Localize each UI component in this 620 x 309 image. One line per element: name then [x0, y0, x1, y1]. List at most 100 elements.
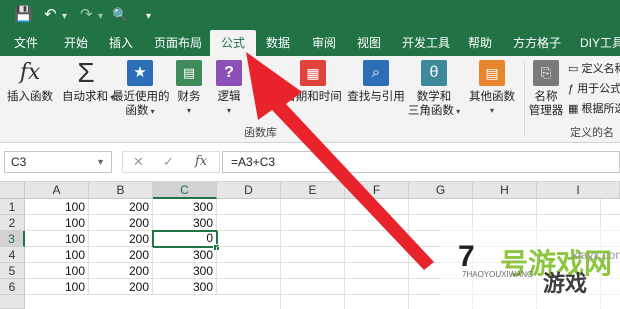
cell-b1[interactable]: 200	[89, 199, 153, 215]
row-header[interactable]: 4	[0, 247, 25, 263]
cell-b3[interactable]: 200	[89, 231, 153, 247]
logical-button[interactable]: ? 逻辑 ▾	[214, 60, 244, 118]
insert-function-label: 插入函数	[7, 91, 53, 103]
cell-a6[interactable]: 100	[25, 279, 89, 295]
tab-diy-tools[interactable]: DIY工具	[580, 30, 620, 56]
name-box[interactable]: C3 ▼	[4, 151, 112, 173]
cell-a1[interactable]: 100	[25, 199, 89, 215]
use-in-formula-button[interactable]: ƒ 用于公式	[568, 80, 620, 96]
row-header[interactable]: 3	[0, 231, 25, 247]
recent-functions-button[interactable]: ★ 最近使用的 函数 ▾	[112, 60, 170, 119]
column-header-h[interactable]: H	[473, 182, 537, 199]
tab-formulas[interactable]: 公式	[210, 30, 256, 56]
name-manager-button[interactable]: ⎘ 名称 管理器	[526, 60, 566, 118]
cell-c5[interactable]: 300	[153, 263, 217, 279]
print-preview-icon[interactable]: 🔍	[112, 6, 128, 24]
row-header[interactable]	[0, 295, 25, 309]
column-header-a[interactable]: A	[25, 182, 89, 199]
row-header[interactable]: 1	[0, 199, 25, 215]
lookup-reference-button[interactable]: ⌕ 查找与引用	[346, 60, 406, 104]
datetime-label: 日期和时间	[284, 91, 342, 103]
tab-file[interactable]: 文件	[14, 30, 38, 56]
ribbon-separator	[524, 62, 525, 136]
datetime-button[interactable]: ▦ 日期和时间	[282, 60, 344, 104]
watermark-logo-number: 7	[458, 240, 475, 273]
tab-help[interactable]: 帮助	[468, 30, 492, 56]
tab-insert[interactable]: 插入	[109, 30, 133, 56]
column-header-c[interactable]: C	[153, 182, 217, 199]
cell-c6[interactable]: 300	[153, 279, 217, 295]
define-name-label: 定义名称	[581, 63, 620, 75]
enter-icon[interactable]: ✓	[163, 152, 174, 172]
undo-icon[interactable]: ↶	[44, 6, 57, 24]
star-icon: ★	[127, 60, 153, 86]
row-header[interactable]: 6	[0, 279, 25, 295]
use-in-formula-label: 用于公式	[577, 83, 620, 95]
more-functions-button[interactable]: ▤ 其他函数 ▾	[464, 60, 520, 118]
autosum-button[interactable]: Σ 自动求和 ▾	[62, 57, 114, 105]
financial-button[interactable]: ▤ 财务 ▾	[174, 60, 204, 118]
active-cell-c3[interactable]: 0	[152, 230, 218, 248]
column-header-e[interactable]: E	[281, 182, 345, 199]
theta-icon: θ	[421, 60, 447, 86]
row-header[interactable]: 2	[0, 215, 25, 231]
cell-a3[interactable]: 100	[25, 231, 89, 247]
column-header-b[interactable]: B	[89, 182, 153, 199]
watermark-domain: xiayx.com	[572, 248, 620, 262]
insert-function-button[interactable]: fx 插入函数	[6, 60, 54, 104]
sigma-icon: Σ	[77, 57, 95, 88]
question-book-icon: ?	[216, 60, 242, 86]
formula-input[interactable]: =A3+C3	[222, 151, 620, 173]
row-header[interactable]: 5	[0, 263, 25, 279]
cell-b2[interactable]: 200	[89, 215, 153, 231]
define-name-button[interactable]: ▭ 定义名称	[568, 60, 620, 76]
customize-qat-icon[interactable]: ▾	[146, 8, 151, 26]
financial-icon: ▤	[176, 60, 202, 86]
calendar-icon: ▦	[300, 60, 326, 86]
save-icon[interactable]: 💾	[14, 6, 33, 24]
cell-b5[interactable]: 200	[89, 263, 153, 279]
cancel-icon[interactable]: ✕	[133, 152, 144, 172]
cell-c1[interactable]: 300	[153, 199, 217, 215]
tab-home[interactable]: 开始	[64, 30, 88, 56]
select-all-corner[interactable]	[0, 182, 25, 199]
column-header-f[interactable]: F	[345, 182, 409, 199]
cell-a2[interactable]: 100	[25, 215, 89, 231]
column-header-d[interactable]: D	[217, 182, 281, 199]
insert-function-fx-icon[interactable]: fx	[195, 152, 207, 172]
math-trig-button[interactable]: θ 数学和 三角函数 ▾	[406, 60, 462, 119]
tab-view[interactable]: 视图	[357, 30, 381, 56]
create-from-selection-button[interactable]: ▦ 根据所选	[568, 100, 620, 116]
undo-dropdown-icon[interactable]: ▾	[62, 8, 67, 26]
cell-b6[interactable]: 200	[89, 279, 153, 295]
tab-developer[interactable]: 开发工具	[402, 30, 450, 56]
name-manager-label-2: 管理器	[528, 105, 564, 117]
tab-page-layout[interactable]: 页面布局	[154, 30, 202, 56]
cell-c4[interactable]: 300	[153, 247, 217, 263]
recent-functions-label-1: 最近使用的	[112, 91, 170, 103]
cell-a4[interactable]: 100	[25, 247, 89, 263]
name-box-value: C3	[11, 155, 27, 169]
formula-bar: C3 ▼ ✕ ✓ fx =A3+C3	[0, 143, 620, 182]
tab-review[interactable]: 审阅	[312, 30, 336, 56]
quick-access-toolbar: 💾 ↶ ▾ ↷ ▾ 🔍 ▾	[0, 0, 620, 30]
math-trig-label-2: 三角函数 ▾	[407, 105, 461, 117]
name-box-dropdown-icon[interactable]: ▼	[96, 152, 105, 172]
column-header-g[interactable]: G	[409, 182, 473, 199]
financial-label: 财务	[177, 91, 201, 103]
logical-label: 逻辑	[217, 91, 241, 103]
tab-data[interactable]: 数据	[266, 30, 290, 56]
redo-icon[interactable]: ↷	[80, 6, 93, 24]
redo-dropdown-icon[interactable]: ▾	[98, 8, 103, 26]
formula-bar-buttons: ✕ ✓ fx	[122, 151, 220, 173]
column-header-i[interactable]: I	[537, 182, 620, 199]
cell-b4[interactable]: 200	[89, 247, 153, 263]
math-trig-label-1: 数学和	[416, 91, 452, 103]
cell-c2[interactable]: 300	[153, 215, 217, 231]
more-functions-icon: ▤	[479, 60, 505, 86]
ribbon-panel: fx 插入函数 Σ 自动求和 ▾ ★ 最近使用的 函数 ▾ ▤ 财务 ▾ ? 逻…	[0, 56, 620, 155]
tag-icon: ▭	[568, 63, 579, 75]
tab-fangfang[interactable]: 方方格子	[513, 30, 561, 56]
cell-a5[interactable]: 100	[25, 263, 89, 279]
watermark-url: 7HAOYOUXIWANG	[462, 270, 534, 279]
